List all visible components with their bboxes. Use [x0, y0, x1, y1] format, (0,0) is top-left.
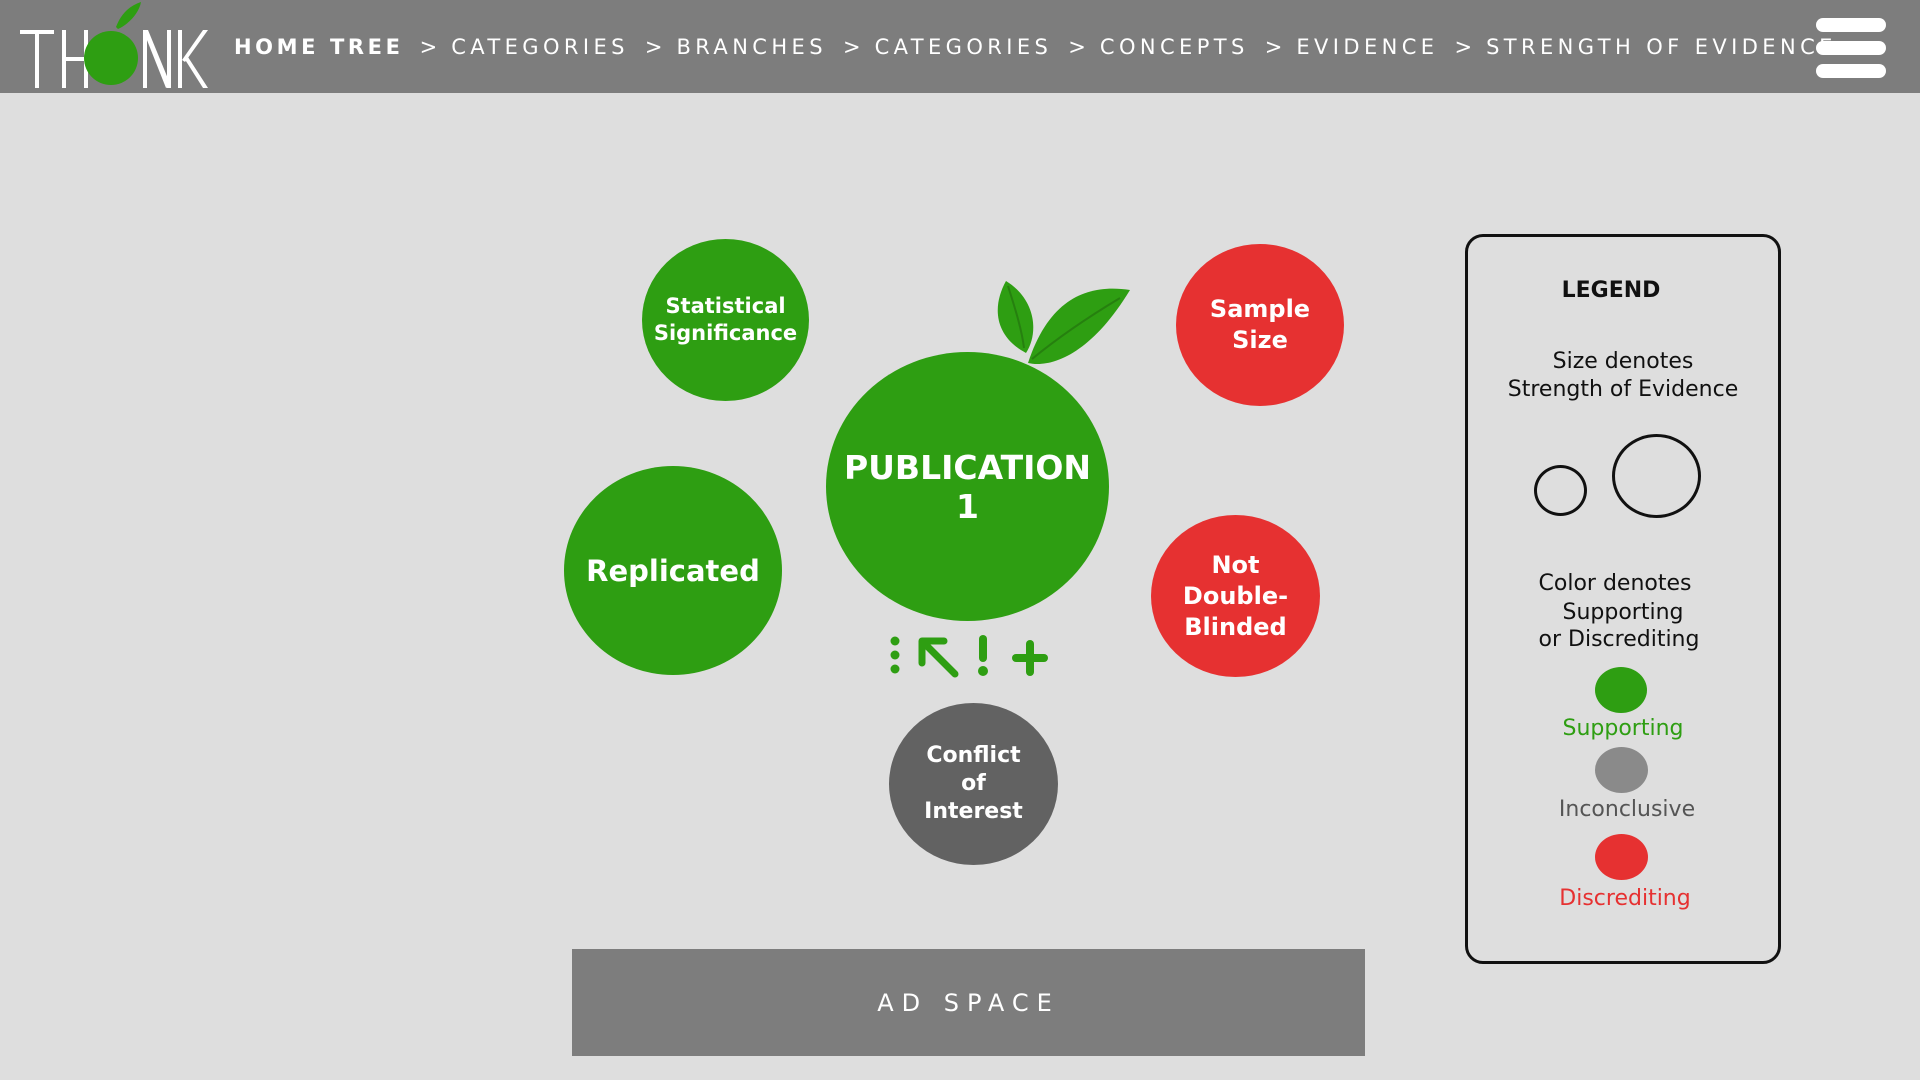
- bubble-label: Not: [1211, 550, 1260, 579]
- center-number: 1: [956, 486, 979, 526]
- bubble-label: Double-: [1182, 581, 1289, 610]
- legend-size-line-2: Strength of Evidence: [1507, 377, 1739, 402]
- breadcrumb-home-tree[interactable]: HOME TREE: [234, 35, 404, 59]
- legend-supporting-swatch: [1595, 667, 1647, 713]
- app-root: HOME TREE > CATEGORIES > BRANCHES > CATE…: [0, 0, 1920, 1080]
- more-vertical-icon[interactable]: [888, 636, 902, 676]
- legend-discrediting-label: Discrediting: [1559, 886, 1691, 911]
- breadcrumb-branches[interactable]: BRANCHES: [676, 35, 826, 59]
- breadcrumb-strength-of-evidence[interactable]: STRENGTH OF EVIDENCE: [1486, 35, 1837, 59]
- breadcrumb-separator: >: [1068, 34, 1086, 59]
- breadcrumb-separator: >: [1264, 34, 1283, 59]
- breadcrumb-concepts[interactable]: CONCEPTS: [1100, 35, 1249, 59]
- legend-supporting-label: Supporting: [1562, 716, 1684, 741]
- ad-space-label: AD SPACE: [877, 988, 1060, 1017]
- bubble-label: Replicated: [586, 553, 760, 588]
- exclamation-icon[interactable]: [976, 635, 990, 677]
- plus-icon[interactable]: [1010, 638, 1050, 678]
- legend-small-circle-icon: [1534, 465, 1587, 516]
- breadcrumb-separator: >: [644, 34, 663, 59]
- bubble-label: of: [961, 771, 986, 796]
- bubble-label: Sample: [1209, 295, 1311, 323]
- bubble-label: Conflict: [926, 743, 1021, 768]
- bubble-label: Interest: [924, 799, 1023, 824]
- legend-discrediting-swatch: [1595, 834, 1648, 880]
- bubble-label: Statistical: [665, 294, 786, 318]
- center-title: PUBLICATION: [843, 447, 1092, 487]
- legend-panel: LEGEND Size denotes Strength of Evidence…: [1465, 234, 1781, 964]
- breadcrumb-evidence[interactable]: EVIDENCE: [1296, 35, 1438, 59]
- bubble-publication-center[interactable]: PUBLICATION 1: [826, 352, 1109, 621]
- breadcrumb-separator: >: [842, 34, 861, 59]
- bubble-statistical-significance[interactable]: Statistical Significance: [642, 239, 809, 401]
- breadcrumb-separator: >: [1454, 34, 1473, 59]
- menu-bar: [1816, 18, 1886, 32]
- bubble-conflict-of-interest[interactable]: Conflict of Interest: [889, 703, 1058, 865]
- bubble-label: Size: [1232, 326, 1288, 354]
- menu-bar: [1816, 41, 1886, 55]
- breadcrumb-separator: >: [419, 34, 438, 59]
- breadcrumb-categories-2[interactable]: CATEGORIES: [875, 35, 1053, 59]
- bubble-label: Blinded: [1184, 612, 1287, 641]
- legend-color-line-2: Supporting: [1562, 600, 1684, 625]
- menu-bar: [1816, 64, 1886, 78]
- legend-large-circle-icon: [1612, 434, 1701, 518]
- legend-size-line-1: Size denotes: [1552, 349, 1694, 374]
- legend-inconclusive-label: Inconclusive: [1558, 797, 1696, 822]
- legend-title: LEGEND: [1561, 278, 1661, 303]
- bubble-label: Significance: [653, 321, 798, 345]
- legend-color-line-3: or Discrediting: [1538, 627, 1700, 652]
- bubble-replicated[interactable]: Replicated: [564, 466, 782, 675]
- legend-color-line-1: Color denotes: [1538, 571, 1692, 596]
- think-logo[interactable]: [18, 0, 208, 93]
- arrow-up-left-icon[interactable]: [916, 635, 960, 679]
- hamburger-menu-icon[interactable]: [1816, 18, 1888, 78]
- breadcrumb-categories[interactable]: CATEGORIES: [451, 35, 629, 59]
- ad-space-banner[interactable]: AD SPACE: [572, 949, 1365, 1056]
- top-navigation-bar: HOME TREE > CATEGORIES > BRANCHES > CATE…: [0, 0, 1920, 93]
- bubble-not-double-blinded[interactable]: Not Double- Blinded: [1151, 515, 1320, 677]
- legend-inconclusive-swatch: [1595, 747, 1648, 793]
- bubble-sample-size[interactable]: Sample Size: [1176, 244, 1344, 406]
- breadcrumb: HOME TREE > CATEGORIES > BRANCHES > CATE…: [234, 0, 1837, 93]
